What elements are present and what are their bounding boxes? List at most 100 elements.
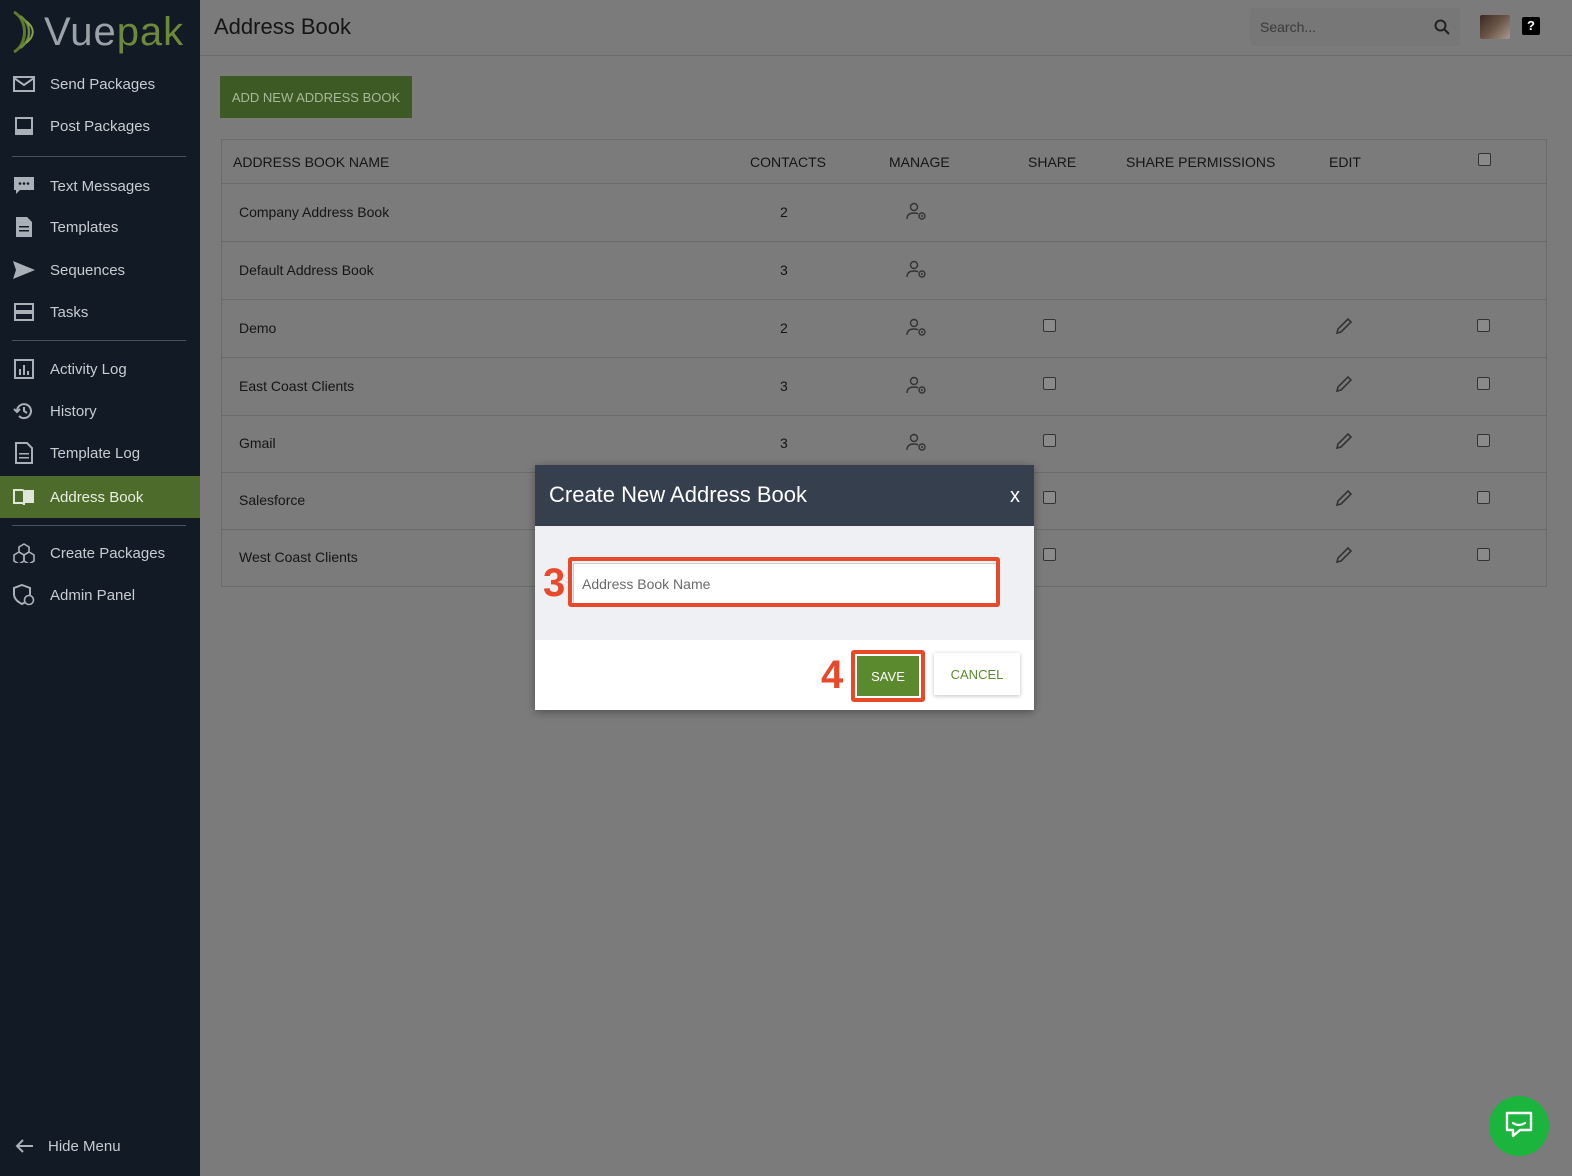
logo-text: Vuepak	[44, 9, 185, 54]
sidebar-item-sequences[interactable]: Sequences	[0, 250, 200, 290]
cubes-icon	[12, 541, 36, 565]
row-select-checkbox[interactable]	[1477, 319, 1490, 332]
chat-icon	[1504, 1110, 1534, 1143]
sidebar-item-admin-panel[interactable]: Admin Panel	[0, 575, 200, 615]
contacts-count: 3	[780, 435, 788, 451]
address-book-name: Gmail	[239, 435, 276, 451]
share-checkbox[interactable]	[1043, 319, 1056, 332]
address-book-name: Salesforce	[239, 492, 306, 508]
address-book-name: Default Address Book	[239, 262, 374, 278]
screen-icon	[12, 114, 36, 138]
chat-launcher-button[interactable]	[1489, 1096, 1549, 1156]
nav-divider	[12, 525, 186, 526]
address-book-name: East Coast Clients	[239, 378, 355, 394]
save-highlight-box	[851, 650, 925, 702]
share-checkbox[interactable]	[1043, 491, 1056, 504]
vuepak-logo[interactable]: Vuepak	[10, 6, 184, 58]
sidebar-item-text-messages[interactable]: Text Messages	[0, 166, 200, 206]
search-box	[1250, 8, 1460, 46]
bar-chart-icon	[12, 357, 36, 381]
sidebar-item-label: Tasks	[50, 303, 89, 321]
sidebar-item-label: Sequences	[50, 261, 126, 279]
add-new-address-book-button[interactable]: ADD NEW ADDRESS BOOK	[220, 76, 412, 118]
sidebar-item-tasks[interactable]: Tasks	[0, 292, 200, 332]
table-row: Demo 2	[222, 300, 1546, 358]
pencil-icon[interactable]	[1334, 374, 1354, 399]
select-all-checkbox[interactable]	[1478, 153, 1491, 166]
pencil-icon[interactable]	[1334, 488, 1354, 513]
contacts-count: 2	[780, 204, 788, 220]
address-book-name: West Coast Clients	[239, 549, 358, 565]
sidebar-item-post-packages[interactable]: Post Packages	[0, 106, 200, 146]
modal-header: Create New Address Book x	[535, 465, 1034, 526]
top-bar: Address Book ?	[200, 0, 1572, 56]
contacts-count: 3	[780, 262, 788, 278]
row-select-checkbox[interactable]	[1477, 377, 1490, 390]
close-icon[interactable]: x	[1010, 485, 1020, 508]
sidebar-item-label: Create Packages	[50, 544, 166, 562]
table-row: East Coast Clients 3	[222, 358, 1546, 416]
row-select-checkbox[interactable]	[1477, 491, 1490, 504]
row-select-checkbox[interactable]	[1477, 548, 1490, 561]
document-icon	[12, 441, 36, 465]
step-number-3: 3	[543, 561, 566, 605]
sidebar-item-create-packages[interactable]: Create Packages	[0, 533, 200, 573]
hide-menu-label: Hide Menu	[48, 1137, 121, 1155]
document-icon	[12, 215, 36, 239]
column-header-edit: EDIT	[1329, 154, 1361, 170]
manage-contacts-icon[interactable]	[906, 318, 928, 343]
manage-contacts-icon[interactable]	[906, 433, 928, 458]
manage-contacts-icon[interactable]	[906, 202, 928, 227]
contacts-count: 3	[780, 378, 788, 394]
pencil-icon[interactable]	[1334, 545, 1354, 570]
cancel-button[interactable]: CANCEL	[934, 653, 1020, 695]
help-icon[interactable]: ?	[1522, 17, 1540, 35]
sidebar-item-label: Send Packages	[50, 75, 156, 93]
shield-icon	[12, 583, 36, 607]
sidebar: Vuepak Send Packages Post Packages Text …	[0, 0, 200, 1176]
create-address-book-modal: Create New Address Book x 3 4 SAVE CANCE…	[535, 465, 1034, 710]
pencil-icon[interactable]	[1334, 431, 1354, 456]
sidebar-item-activity-log[interactable]: Activity Log	[0, 349, 200, 389]
avatar[interactable]	[1480, 15, 1510, 39]
column-header-share-permissions: SHARE PERMISSIONS	[1126, 154, 1276, 170]
nav-divider	[12, 156, 186, 157]
share-checkbox[interactable]	[1043, 548, 1056, 561]
sidebar-item-address-book[interactable]: Address Book	[0, 476, 200, 518]
column-header-manage: MANAGE	[889, 154, 950, 170]
column-header-name: ADDRESS BOOK NAME	[233, 154, 390, 170]
hide-menu-button[interactable]: Hide Menu	[0, 1126, 200, 1166]
search-icon[interactable]	[1434, 19, 1450, 40]
manage-contacts-icon[interactable]	[906, 260, 928, 285]
address-book-name: Demo	[239, 320, 277, 336]
sidebar-item-label: Address Book	[50, 488, 144, 506]
sidebar-item-label: History	[50, 402, 97, 420]
chat-bubble-icon	[12, 174, 36, 198]
input-highlight-box	[568, 557, 1000, 607]
sidebar-item-send-packages[interactable]: Send Packages	[0, 64, 200, 104]
row-select-checkbox[interactable]	[1477, 434, 1490, 447]
share-checkbox[interactable]	[1043, 434, 1056, 447]
envelope-icon	[12, 72, 36, 96]
page-title: Address Book	[214, 14, 351, 39]
sidebar-item-template-log[interactable]: Template Log	[0, 433, 200, 473]
history-icon	[12, 399, 36, 423]
sidebar-item-label: Template Log	[50, 444, 141, 462]
sidebar-item-templates[interactable]: Templates	[0, 207, 200, 247]
search-input[interactable]	[1250, 8, 1430, 46]
column-header-share: SHARE	[1028, 154, 1077, 170]
arrow-left-icon	[12, 1134, 36, 1158]
share-checkbox[interactable]	[1043, 377, 1056, 390]
logo-swoosh-icon	[13, 10, 34, 54]
nav-divider	[12, 340, 186, 341]
table-header: ADDRESS BOOK NAME CONTACTS MANAGE SHARE …	[222, 140, 1546, 184]
pencil-icon[interactable]	[1334, 316, 1354, 341]
sidebar-item-label: Post Packages	[50, 117, 151, 135]
paper-plane-icon	[12, 258, 36, 282]
sidebar-item-history[interactable]: History	[0, 391, 200, 431]
server-icon	[12, 300, 36, 324]
manage-contacts-icon[interactable]	[906, 376, 928, 401]
table-row: Default Address Book 3	[222, 242, 1546, 300]
sidebar-item-label: Admin Panel	[50, 586, 136, 604]
address-book-name: Company Address Book	[239, 204, 390, 220]
